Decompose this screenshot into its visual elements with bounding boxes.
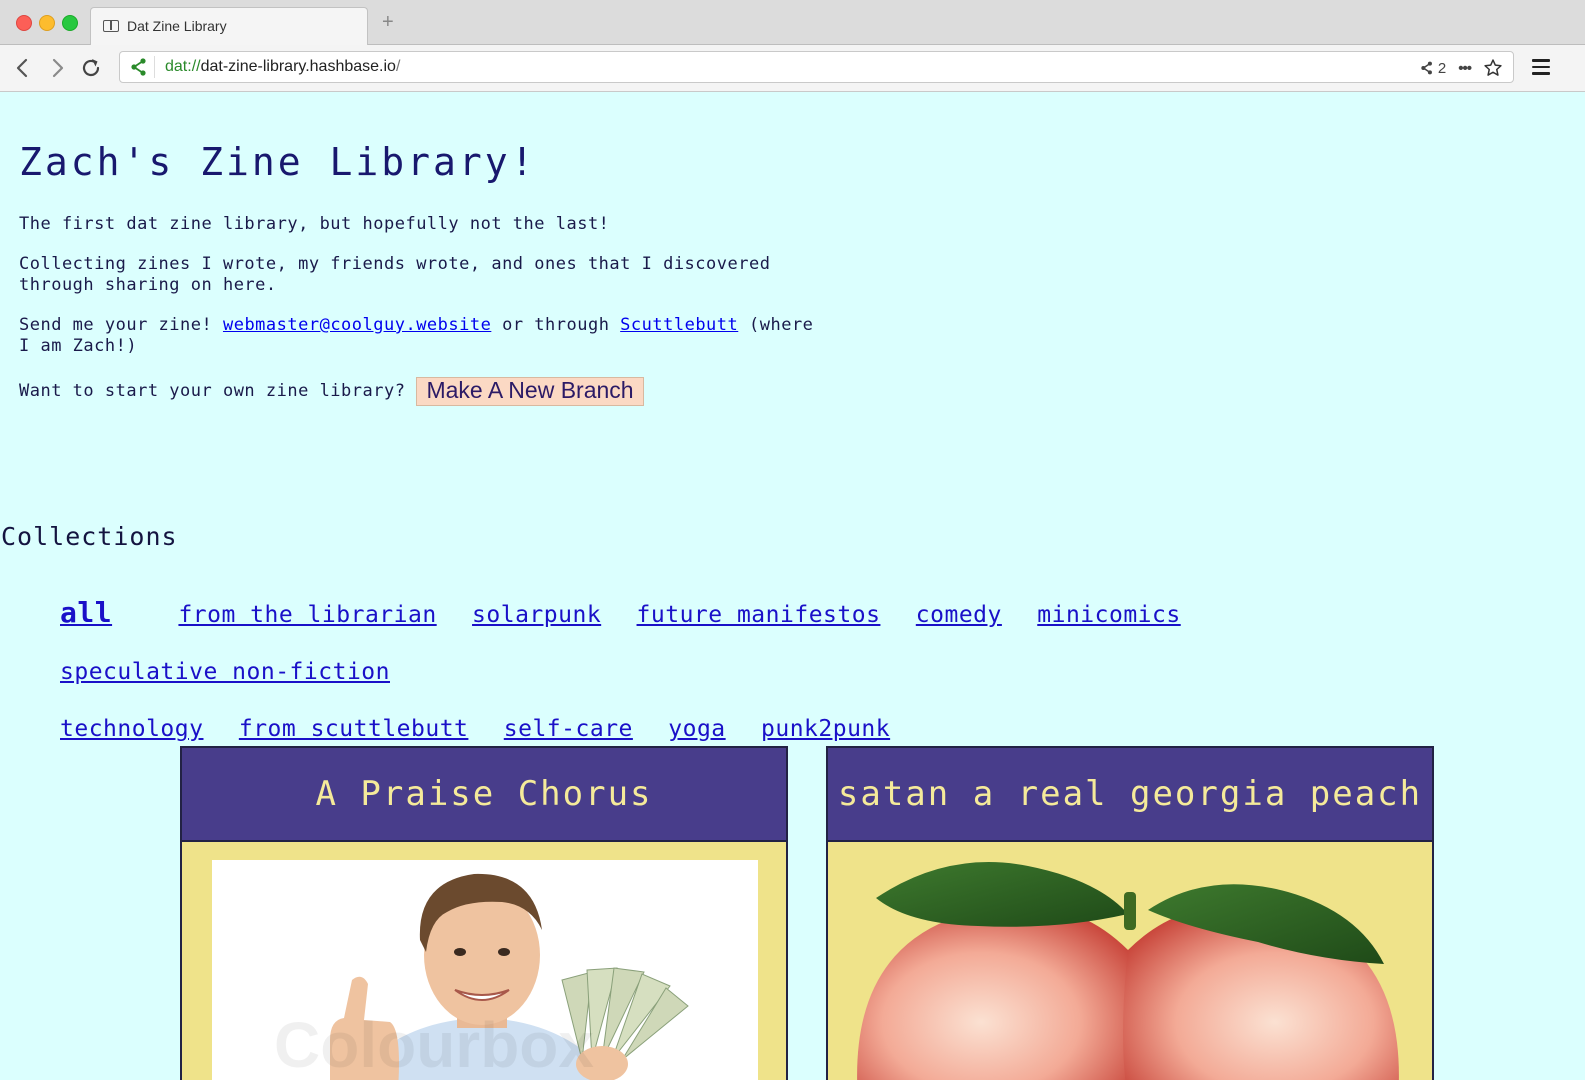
collection-link-technology[interactable]: technology bbox=[60, 716, 203, 742]
zine-cover-image[interactable]: Colourbox bbox=[212, 860, 758, 1080]
maximize-window-button[interactable] bbox=[62, 15, 78, 31]
url-host: dat-zine-library.hashbase.io bbox=[200, 58, 396, 75]
tab-dat-zine-library[interactable]: Dat Zine Library bbox=[90, 7, 368, 45]
minimize-window-button[interactable] bbox=[39, 15, 55, 31]
intro-tagline: The first dat zine library, but hopefull… bbox=[19, 214, 610, 234]
url-scheme: dat:// bbox=[165, 58, 201, 75]
branch-row: Want to start your own zine library? Mak… bbox=[19, 377, 819, 406]
more-options-icon[interactable]: ••• bbox=[1458, 60, 1472, 77]
back-button[interactable] bbox=[10, 55, 36, 81]
zine-card-title[interactable]: satan a real georgia peach bbox=[828, 748, 1432, 842]
star-icon[interactable] bbox=[1483, 58, 1503, 78]
collection-link-solarpunk[interactable]: solarpunk bbox=[472, 602, 601, 628]
site-info-button[interactable] bbox=[128, 56, 155, 78]
collection-link-from-the-librarian[interactable]: from the librarian bbox=[178, 602, 436, 628]
share-network-icon bbox=[1421, 61, 1432, 75]
scuttlebutt-link[interactable]: Scuttlebutt bbox=[620, 315, 738, 335]
email-link[interactable]: webmaster@coolguy.website bbox=[223, 315, 491, 335]
url-path: / bbox=[395, 58, 401, 75]
new-tab-button[interactable]: + bbox=[382, 12, 394, 32]
collection-link-yoga[interactable]: yoga bbox=[668, 716, 725, 742]
peers-button[interactable]: 2 bbox=[1419, 60, 1446, 77]
submission-prefix: Send me your zine! bbox=[19, 315, 223, 335]
close-window-button[interactable] bbox=[16, 15, 32, 31]
peach-illustration[interactable] bbox=[828, 840, 1432, 1080]
forward-button[interactable] bbox=[44, 55, 70, 81]
chevron-right-icon bbox=[52, 58, 64, 78]
navigation-bar: dat://dat-zine-library.hashbase.io/ 2 ••… bbox=[0, 45, 1585, 92]
intro-section: The first dat zine library, but hopefull… bbox=[19, 214, 819, 406]
hamburger-menu-icon[interactable] bbox=[1532, 59, 1550, 75]
book-icon bbox=[103, 20, 119, 32]
page-content: Zach's Zine Library! The first dat zine … bbox=[0, 92, 1585, 1080]
url-text: dat://dat-zine-library.hashbase.io/ bbox=[165, 58, 400, 76]
submission-note: Send me your zine! webmaster@coolguy.web… bbox=[19, 315, 819, 357]
zine-card[interactable]: satan a real georgia peach bbox=[826, 746, 1434, 1080]
branch-prompt: Want to start your own zine library? bbox=[19, 381, 406, 401]
watermark-text: Colourbox bbox=[274, 1009, 594, 1080]
collection-link-speculative-non-fiction[interactable]: speculative non-fiction bbox=[60, 659, 390, 685]
browser-window: Dat Zine Library + dat://dat-zine-librar… bbox=[0, 0, 1585, 1080]
collection-link-self-care[interactable]: self-care bbox=[504, 716, 633, 742]
tab-title: Dat Zine Library bbox=[127, 18, 227, 34]
peer-count: 2 bbox=[1437, 59, 1447, 77]
new-branch-button[interactable]: Make A New Branch bbox=[416, 377, 644, 406]
zine-card[interactable]: A Praise Chorus Colourbox bbox=[180, 746, 788, 1080]
collection-link-comedy[interactable]: comedy bbox=[916, 602, 1002, 628]
reload-icon bbox=[82, 59, 100, 77]
zine-card-title[interactable]: A Praise Chorus bbox=[182, 748, 786, 842]
share-network-icon bbox=[131, 58, 146, 76]
submission-middle: or through bbox=[491, 315, 621, 335]
tab-bar: Dat Zine Library + bbox=[0, 0, 1585, 45]
collections-list: all from the librarian solarpunk future … bbox=[60, 584, 1460, 758]
page-title: Zach's Zine Library! bbox=[19, 140, 537, 184]
collection-link-punk2punk[interactable]: punk2punk bbox=[761, 716, 890, 742]
collection-link-all[interactable]: all bbox=[60, 596, 112, 629]
address-bar[interactable]: dat://dat-zine-library.hashbase.io/ 2 ••… bbox=[119, 51, 1514, 83]
collection-link-minicomics[interactable]: minicomics bbox=[1037, 602, 1180, 628]
collection-link-future-manifestos[interactable]: future manifestos bbox=[637, 602, 881, 628]
intro-description: Collecting zines I wrote, my friends wro… bbox=[19, 254, 771, 295]
reload-button[interactable] bbox=[78, 55, 104, 81]
chevron-left-icon bbox=[16, 58, 28, 78]
collections-heading: Collections bbox=[1, 522, 178, 551]
collection-link-from-scuttlebutt[interactable]: from scuttlebutt bbox=[239, 716, 469, 742]
address-bar-actions: 2 ••• bbox=[1419, 57, 1503, 79]
